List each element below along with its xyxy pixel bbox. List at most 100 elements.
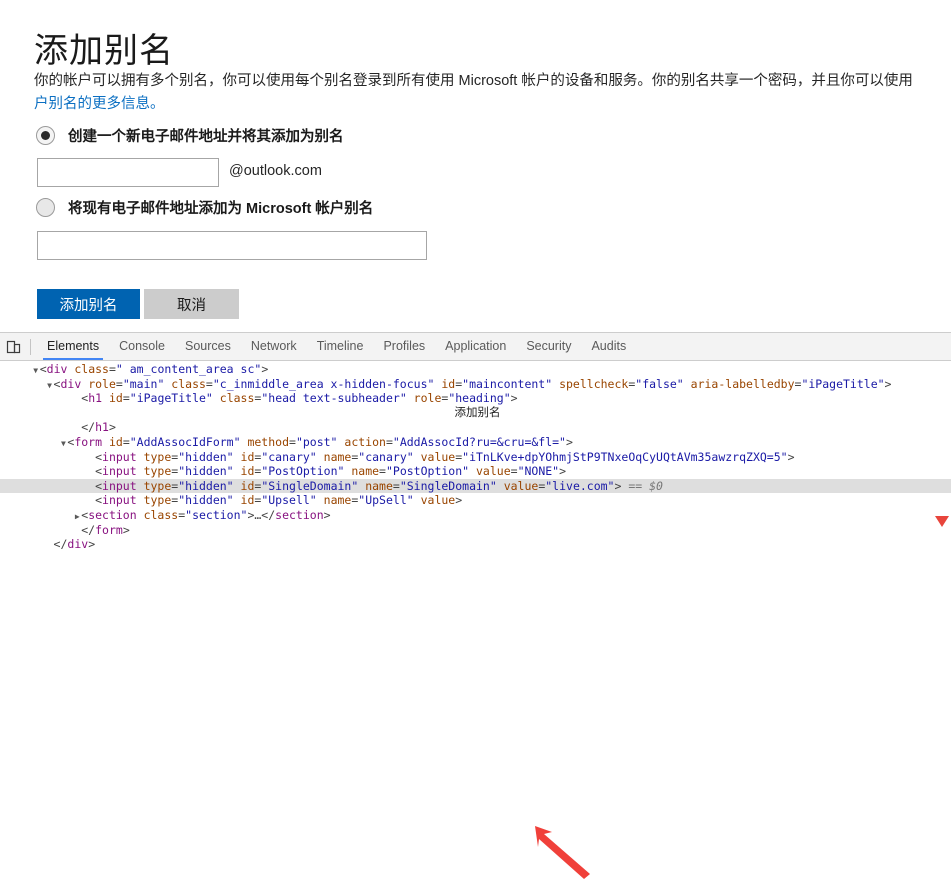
dom-token-attr: value [469, 464, 511, 479]
add-alias-button[interactable]: 添加别名 [37, 289, 140, 319]
dom-token-punc: > [261, 362, 269, 376]
dom-token-attr: value [413, 493, 456, 508]
dom-token-tag: section [88, 507, 137, 522]
radio-label-add-existing: 将现有电子邮件地址添加为 Microsoft 帐户别名 [68, 201, 374, 217]
dom-token-punc: > [510, 391, 518, 406]
cancel-button[interactable]: 取消 [144, 289, 239, 319]
dom-token-val: "c_inmiddle_area x-hidden-focus" [212, 376, 435, 391]
dom-token-punc: = [379, 464, 386, 479]
twisty-expanded-icon[interactable]: ▼ [46, 379, 54, 392]
dom-token-val: "SingleDomain" [261, 478, 359, 493]
dom-token-attr: name [316, 493, 352, 508]
dom-token-punc: = [385, 434, 393, 449]
twisty-expanded-icon[interactable]: ▼ [32, 364, 40, 377]
device-toolbar-icon[interactable] [0, 333, 28, 360]
existing-email-input[interactable] [37, 231, 427, 260]
devtools-tab-application[interactable]: Application [435, 333, 516, 360]
description-text: 你的帐户可以拥有多个别名，你可以使用每个别名登录到所有使用 Microsoft … [34, 73, 913, 89]
dom-indent [4, 377, 46, 391]
radio-label-create-new: 创建一个新电子邮件地址并将其添加为别名 [68, 129, 344, 145]
radio-option-add-existing[interactable]: 将现有电子邮件地址添加为 Microsoft 帐户别名 [36, 197, 373, 218]
alias-input[interactable] [37, 158, 219, 187]
devtools-tab-sources[interactable]: Sources [175, 333, 241, 360]
dom-tree-line[interactable]: ▼ <div class=" am_content_area sc"> [0, 362, 951, 377]
devtools-tab-security[interactable]: Security [516, 333, 581, 360]
dom-token-val: "canary" [358, 449, 414, 464]
dom-tree-line[interactable]: </form> [0, 523, 951, 538]
description-link[interactable]: 户别名的更多信息。 [34, 93, 951, 116]
dom-token-attr: id [102, 434, 123, 449]
dom-token-attr: value [413, 449, 456, 464]
devtools-tab-network[interactable]: Network [241, 333, 307, 360]
radio-option-create-new[interactable]: 创建一个新电子邮件地址并将其添加为别名 [36, 125, 344, 146]
dom-tree-line[interactable]: <input type="hidden" id="canary" name="c… [0, 450, 951, 465]
dom-token-punc: < [95, 464, 103, 479]
dom-token-punc: > [559, 464, 567, 479]
dom-tree-line[interactable]: ▼ <form id="AddAssocIdForm" method="post"… [0, 435, 951, 450]
dom-token-punc: = [108, 362, 116, 376]
dom-token-tag: input [102, 464, 137, 479]
dom-tree-line[interactable]: <input type="hidden" id="PostOption" nam… [0, 464, 951, 479]
dom-token-punc: > [787, 449, 795, 464]
dom-token-punc: < [39, 362, 47, 376]
dom-tree-line[interactable]: </div> [0, 537, 951, 550]
dom-indent [4, 493, 87, 507]
radio-button-add-existing-icon[interactable] [36, 198, 55, 217]
dom-token-punc: < [95, 493, 103, 508]
dom-token-tag: div [60, 376, 82, 391]
dom-token-punc: </ [53, 537, 68, 550]
dom-token-val: "false" [635, 376, 684, 391]
dom-tree-line[interactable]: <h1 id="iPageTitle" class="head text-sub… [0, 391, 951, 406]
devtools-tab-audits[interactable]: Audits [581, 333, 636, 360]
dom-text-node: 添加别名 [454, 406, 501, 419]
dom-token-val: "maincontent" [462, 376, 553, 391]
dom-token-attr: id [233, 449, 255, 464]
dom-token-val: "iTnLKve+dpYOhmjStP9TNxeOqCyUQtAVm35awzr… [462, 449, 788, 464]
radio-button-create-new-icon[interactable] [36, 126, 55, 145]
dom-token-val: "PostOption" [261, 464, 345, 479]
dom-token-attr: aria-labelledby [683, 376, 795, 391]
devtools-tab-console[interactable]: Console [109, 333, 175, 360]
dom-token-tag: input [102, 493, 137, 508]
dom-token-attr: method [240, 434, 289, 449]
dom-token-tag: h1 [88, 391, 103, 406]
devtools-tab-list: Elements Console Sources Network Timeline Pro… [37, 333, 636, 360]
dom-token-val: "hidden" [178, 449, 234, 464]
dom-tree-line[interactable]: <input type="hidden" id="SingleDomain" n… [0, 478, 951, 494]
devtools-tab-timeline[interactable]: Timeline [307, 333, 374, 360]
dom-token-attr: name [344, 464, 380, 479]
dom-token-punc: > [88, 537, 96, 550]
dom-tree-line[interactable]: </h1> [0, 420, 951, 435]
dom-tree-line[interactable]: ▶ <section class="section">…</section> [0, 508, 951, 523]
dom-token-attr: class [67, 362, 109, 376]
dom-token-val: "Upsell" [261, 493, 317, 508]
devtools-tab-elements[interactable]: Elements [37, 333, 109, 360]
dom-token-punc: = [289, 434, 296, 449]
page-description: 你的帐户可以拥有多个别名，你可以使用每个别名登录到所有使用 Microsoft … [34, 70, 951, 116]
dom-token-punc: > [565, 434, 573, 449]
dom-token-attr: spellcheck [552, 376, 629, 391]
dom-token-punc: = [122, 391, 130, 406]
devtools-tab-profiles[interactable]: Profiles [373, 333, 435, 360]
dom-indent [4, 391, 73, 405]
dom-tree-line[interactable]: <input type="hidden" id="Upsell" name="U… [0, 493, 951, 508]
devtools-toolbar: Elements Console Sources Network Timeline Pro… [0, 333, 951, 361]
dom-token-punc: = [122, 434, 130, 449]
dom-token-val: "hidden" [178, 464, 234, 479]
red-annotation-arrow-icon [535, 826, 590, 879]
dom-indent [4, 479, 87, 493]
dom-tree-line[interactable]: ▼ <div role="main" class="c_inmiddle_area… [0, 377, 951, 392]
dom-token-val: "main" [122, 376, 165, 391]
dom-token-tag: input [102, 449, 137, 464]
dom-token-val: "NONE" [517, 464, 560, 479]
dom-indent [4, 450, 87, 464]
dom-token-val: "PostOption" [385, 464, 470, 479]
dom-token-tag: form [95, 522, 123, 537]
dom-tree-line[interactable]: 添加别名 [0, 406, 951, 421]
dom-token-val: "AddAssocId?ru=&cru=&fl=" [392, 434, 566, 449]
dom-token-tag: h1 [95, 420, 109, 435]
domain-suffix-label: @outlook.com [229, 163, 322, 179]
dom-tree[interactable]: ▼ <div class=" am_content_area sc"> ▼ <div… [0, 361, 951, 550]
dom-token-val: "heading" [448, 391, 511, 406]
dom-token-val: "head text-subheader" [261, 391, 407, 406]
